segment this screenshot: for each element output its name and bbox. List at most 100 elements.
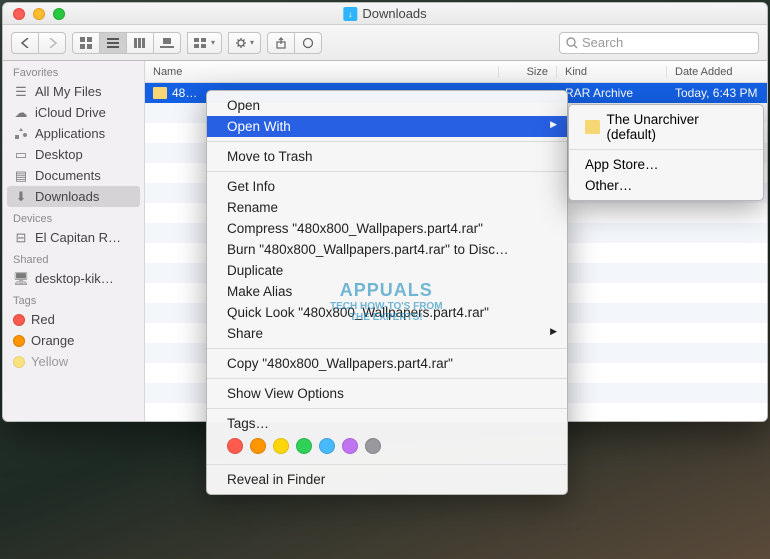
sidebar-tag-yellow[interactable]: Yellow — [3, 351, 144, 372]
sidebar-tag-red[interactable]: Red — [3, 309, 144, 330]
menu-separator — [207, 378, 567, 379]
tag-color-red[interactable] — [227, 438, 243, 454]
menu-tag-colors — [207, 434, 567, 460]
titlebar[interactable]: ↓ Downloads — [3, 3, 767, 25]
menu-view-options[interactable]: Show View Options — [207, 383, 567, 404]
sidebar-item-label: Yellow — [31, 354, 68, 369]
tags-button[interactable] — [294, 32, 322, 54]
file-date: Today, 6:43 PM — [667, 86, 767, 100]
shared-icon: 🖥 — [13, 272, 29, 286]
sidebar-item-label: Applications — [35, 126, 105, 141]
window-title: ↓ Downloads — [343, 6, 426, 21]
list-view-button[interactable] — [99, 32, 127, 54]
sidebar-heading-tags: Tags — [3, 289, 144, 309]
submenu-app-store[interactable]: App Store… — [569, 154, 763, 175]
sidebar-item-label: Orange — [31, 333, 74, 348]
sidebar-tag-orange[interactable]: Orange — [3, 330, 144, 351]
menu-trash[interactable]: Move to Trash — [207, 146, 567, 167]
sidebar: Favorites ☰ All My Files ☁iCloud Drive Ap… — [3, 61, 145, 421]
disk-icon: ⊟ — [13, 231, 29, 245]
sidebar-item-shared[interactable]: 🖥 desktop-kik… — [3, 268, 144, 289]
sidebar-heading-devices: Devices — [3, 207, 144, 227]
window-title-text: Downloads — [362, 6, 426, 21]
column-kind[interactable]: Kind — [557, 66, 667, 78]
menu-compress[interactable]: Compress "480x800_Wallpapers.part4.rar" — [207, 218, 567, 239]
column-view-button[interactable] — [126, 32, 154, 54]
menu-open-with[interactable]: Open With — [207, 116, 567, 137]
menu-duplicate[interactable]: Duplicate — [207, 260, 567, 281]
search-input[interactable]: Search — [559, 32, 759, 54]
menu-copy[interactable]: Copy "480x800_Wallpapers.part4.rar" — [207, 353, 567, 374]
tag-color-blue[interactable] — [319, 438, 335, 454]
submenu-unarchiver[interactable]: The Unarchiver (default) — [569, 109, 763, 145]
file-kind: RAR Archive — [557, 86, 667, 100]
arrange-button[interactable]: ▾ — [187, 32, 222, 54]
menu-separator — [207, 408, 567, 409]
menu-open[interactable]: Open — [207, 95, 567, 116]
rar-file-icon — [153, 87, 167, 99]
tag-color-yellow[interactable] — [273, 438, 289, 454]
menu-separator — [207, 464, 567, 465]
sidebar-heading-shared: Shared — [3, 248, 144, 268]
sidebar-item-icloud[interactable]: ☁iCloud Drive — [3, 102, 144, 123]
apps-icon — [13, 127, 29, 141]
action-button[interactable]: ▾ — [228, 32, 261, 54]
sidebar-item-all-my-files[interactable]: ☰ All My Files — [3, 81, 144, 102]
menu-alias[interactable]: Make Alias — [207, 281, 567, 302]
file-name: 48… — [172, 86, 197, 100]
zoom-icon[interactable] — [53, 8, 65, 20]
menu-burn[interactable]: Burn "480x800_Wallpapers.part4.rar" to D… — [207, 239, 567, 260]
sidebar-item-disk[interactable]: ⊟El Capitan R… — [3, 227, 144, 248]
menu-separator — [207, 348, 567, 349]
menu-rename[interactable]: Rename — [207, 197, 567, 218]
tag-dot-icon — [13, 335, 25, 347]
menu-tags[interactable]: Tags… — [207, 413, 567, 434]
open-with-submenu: The Unarchiver (default) App Store… Othe… — [568, 104, 764, 201]
menu-get-info[interactable]: Get Info — [207, 176, 567, 197]
sidebar-item-label: Desktop — [35, 147, 83, 162]
tag-color-gray[interactable] — [365, 438, 381, 454]
submenu-other[interactable]: Other… — [569, 175, 763, 196]
sidebar-heading-favorites: Favorites — [3, 61, 144, 81]
documents-icon: ▤ — [13, 169, 29, 183]
menu-reveal[interactable]: Reveal in Finder — [207, 469, 567, 490]
menu-share[interactable]: Share — [207, 323, 567, 344]
toolbar: ▾ ▾ Search — [3, 25, 767, 61]
menu-separator — [207, 141, 567, 142]
all-files-icon: ☰ — [13, 85, 29, 99]
view-buttons — [72, 32, 181, 54]
column-date[interactable]: Date Added — [667, 66, 767, 78]
sidebar-item-label: Red — [31, 312, 55, 327]
tag-color-purple[interactable] — [342, 438, 358, 454]
icon-view-button[interactable] — [72, 32, 100, 54]
share-button[interactable] — [267, 32, 295, 54]
sidebar-item-downloads[interactable]: ⬇ Downloads — [7, 186, 140, 207]
downloads-icon: ⬇ — [13, 190, 29, 204]
column-name[interactable]: Name — [145, 66, 499, 78]
desktop-icon: ▭ — [13, 148, 29, 162]
sidebar-item-label: Downloads — [35, 189, 99, 204]
sidebar-item-applications[interactable]: Applications — [3, 123, 144, 144]
tag-color-green[interactable] — [296, 438, 312, 454]
column-size[interactable]: Size — [499, 66, 557, 78]
menu-separator — [207, 171, 567, 172]
search-placeholder: Search — [582, 35, 623, 50]
search-icon — [566, 37, 578, 49]
sidebar-item-label: Documents — [35, 168, 101, 183]
menu-quicklook[interactable]: Quick Look "480x800_Wallpapers.part4.rar… — [207, 302, 567, 323]
tag-color-orange[interactable] — [250, 438, 266, 454]
forward-button[interactable] — [38, 32, 66, 54]
share-group — [267, 32, 322, 54]
sidebar-item-label: desktop-kik… — [35, 271, 114, 286]
sidebar-item-label: iCloud Drive — [35, 105, 106, 120]
minimize-icon[interactable] — [33, 8, 45, 20]
back-button[interactable] — [11, 32, 39, 54]
close-icon[interactable] — [13, 8, 25, 20]
sidebar-item-desktop[interactable]: ▭ Desktop — [3, 144, 144, 165]
folder-icon: ↓ — [343, 7, 357, 21]
sidebar-item-label: All My Files — [35, 84, 101, 99]
coverflow-view-button[interactable] — [153, 32, 181, 54]
action-group: ▾ — [228, 32, 261, 54]
sidebar-item-documents[interactable]: ▤ Documents — [3, 165, 144, 186]
menu-separator — [569, 149, 763, 150]
